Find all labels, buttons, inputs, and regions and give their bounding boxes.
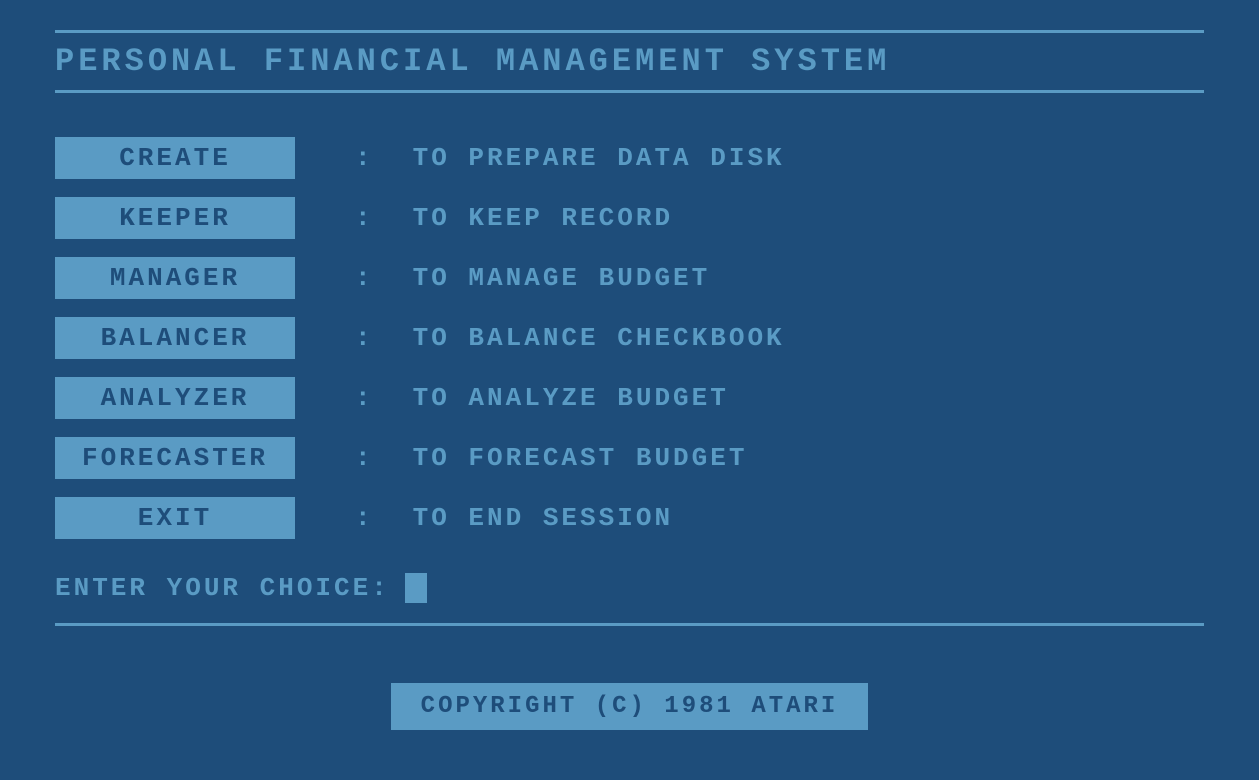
colon-3: : [355,323,373,353]
exit-button[interactable]: EXIT [55,497,295,539]
forecaster-button[interactable]: FORECASTER [55,437,295,479]
desc-create: TO PREPARE DATA DISK [413,143,785,173]
menu-row-manager: MANAGER : TO MANAGE BUDGET [55,253,1204,303]
desc-exit: TO END SESSION [413,503,673,533]
copyright-text: COPYRIGHT (C) 1981 ATARI [391,683,869,730]
input-row: ENTER YOUR CHOICE: [55,573,1204,626]
menu-row-analyzer: ANALYZER : TO ANALYZE BUDGET [55,373,1204,423]
cursor-block[interactable] [405,573,427,603]
desc-forecaster: TO FORECAST BUDGET [413,443,748,473]
copyright-bar: COPYRIGHT (C) 1981 ATARI [55,683,1204,730]
colon-0: : [355,143,373,173]
title-bar: PERSONAL FINANCIAL MANAGEMENT SYSTEM [55,30,1204,93]
app-title: PERSONAL FINANCIAL MANAGEMENT SYSTEM [55,43,890,80]
colon-6: : [355,503,373,533]
balancer-button[interactable]: BALANCER [55,317,295,359]
desc-balancer: TO BALANCE CHECKBOOK [413,323,785,353]
menu-row-create: CREATE : TO PREPARE DATA DISK [55,133,1204,183]
desc-keeper: TO KEEP RECORD [413,203,673,233]
colon-5: : [355,443,373,473]
colon-1: : [355,203,373,233]
menu-row-forecaster: FORECASTER : TO FORECAST BUDGET [55,433,1204,483]
analyzer-button[interactable]: ANALYZER [55,377,295,419]
menu-area: CREATE : TO PREPARE DATA DISK KEEPER : T… [55,123,1204,626]
colon-2: : [355,263,373,293]
menu-row-exit: EXIT : TO END SESSION [55,493,1204,543]
menu-row-keeper: KEEPER : TO KEEP RECORD [55,193,1204,243]
create-button[interactable]: CREATE [55,137,295,179]
manager-button[interactable]: MANAGER [55,257,295,299]
main-screen: PERSONAL FINANCIAL MANAGEMENT SYSTEM CRE… [0,0,1259,780]
desc-analyzer: TO ANALYZE BUDGET [413,383,729,413]
colon-4: : [355,383,373,413]
keeper-button[interactable]: KEEPER [55,197,295,239]
desc-manager: TO MANAGE BUDGET [413,263,711,293]
menu-row-balancer: BALANCER : TO BALANCE CHECKBOOK [55,313,1204,363]
input-label: ENTER YOUR CHOICE: [55,573,390,603]
spacer [55,626,1204,683]
